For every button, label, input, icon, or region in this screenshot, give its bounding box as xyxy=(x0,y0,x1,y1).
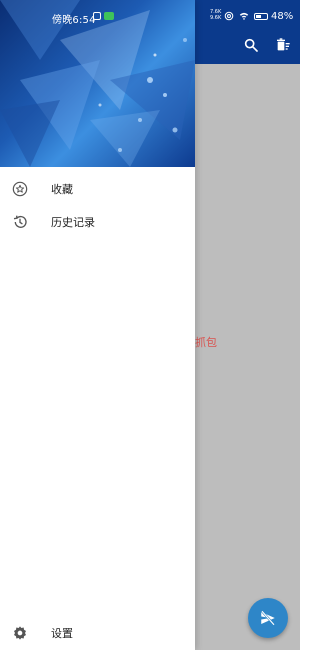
status-bar: 傍晚6:54 7.6K 9.6K 48% xyxy=(0,0,300,28)
screen: 抓包 傍晚6:54 7.6K 9.6K 48% 收藏 历史记录 设置 xyxy=(0,0,300,650)
drawer-item-label: 历史记录 xyxy=(51,216,95,229)
status-time: 傍晚6:54 xyxy=(52,15,96,26)
battery-icon xyxy=(254,13,268,20)
network-speed: 7.6K 9.6K xyxy=(210,9,221,21)
delete-sweep-icon[interactable] xyxy=(274,36,292,54)
drawer-item-history[interactable]: 历史记录 xyxy=(0,206,195,238)
drawer-item-settings[interactable]: 设置 xyxy=(0,617,195,649)
battery-percent: 48% xyxy=(271,11,294,22)
drawer-item-favorites[interactable]: 收藏 xyxy=(0,173,195,205)
at-icon xyxy=(224,11,234,21)
send-off-icon xyxy=(261,610,275,626)
history-icon xyxy=(12,214,28,230)
navigation-drawer: 收藏 历史记录 设置 xyxy=(0,0,195,650)
fab-button[interactable] xyxy=(248,598,288,638)
notification-icon xyxy=(93,12,101,20)
drawer-item-label: 设置 xyxy=(51,627,73,640)
search-icon[interactable] xyxy=(242,36,260,54)
empty-state-text: 抓包 xyxy=(195,336,217,349)
gear-icon xyxy=(12,625,28,641)
battery-level xyxy=(256,15,261,18)
drawer-item-label: 收藏 xyxy=(51,183,73,196)
wifi-icon xyxy=(239,12,249,20)
net-speed-down: 9.6K xyxy=(210,15,222,21)
message-icon xyxy=(104,12,114,20)
star-circle-icon xyxy=(12,181,28,197)
